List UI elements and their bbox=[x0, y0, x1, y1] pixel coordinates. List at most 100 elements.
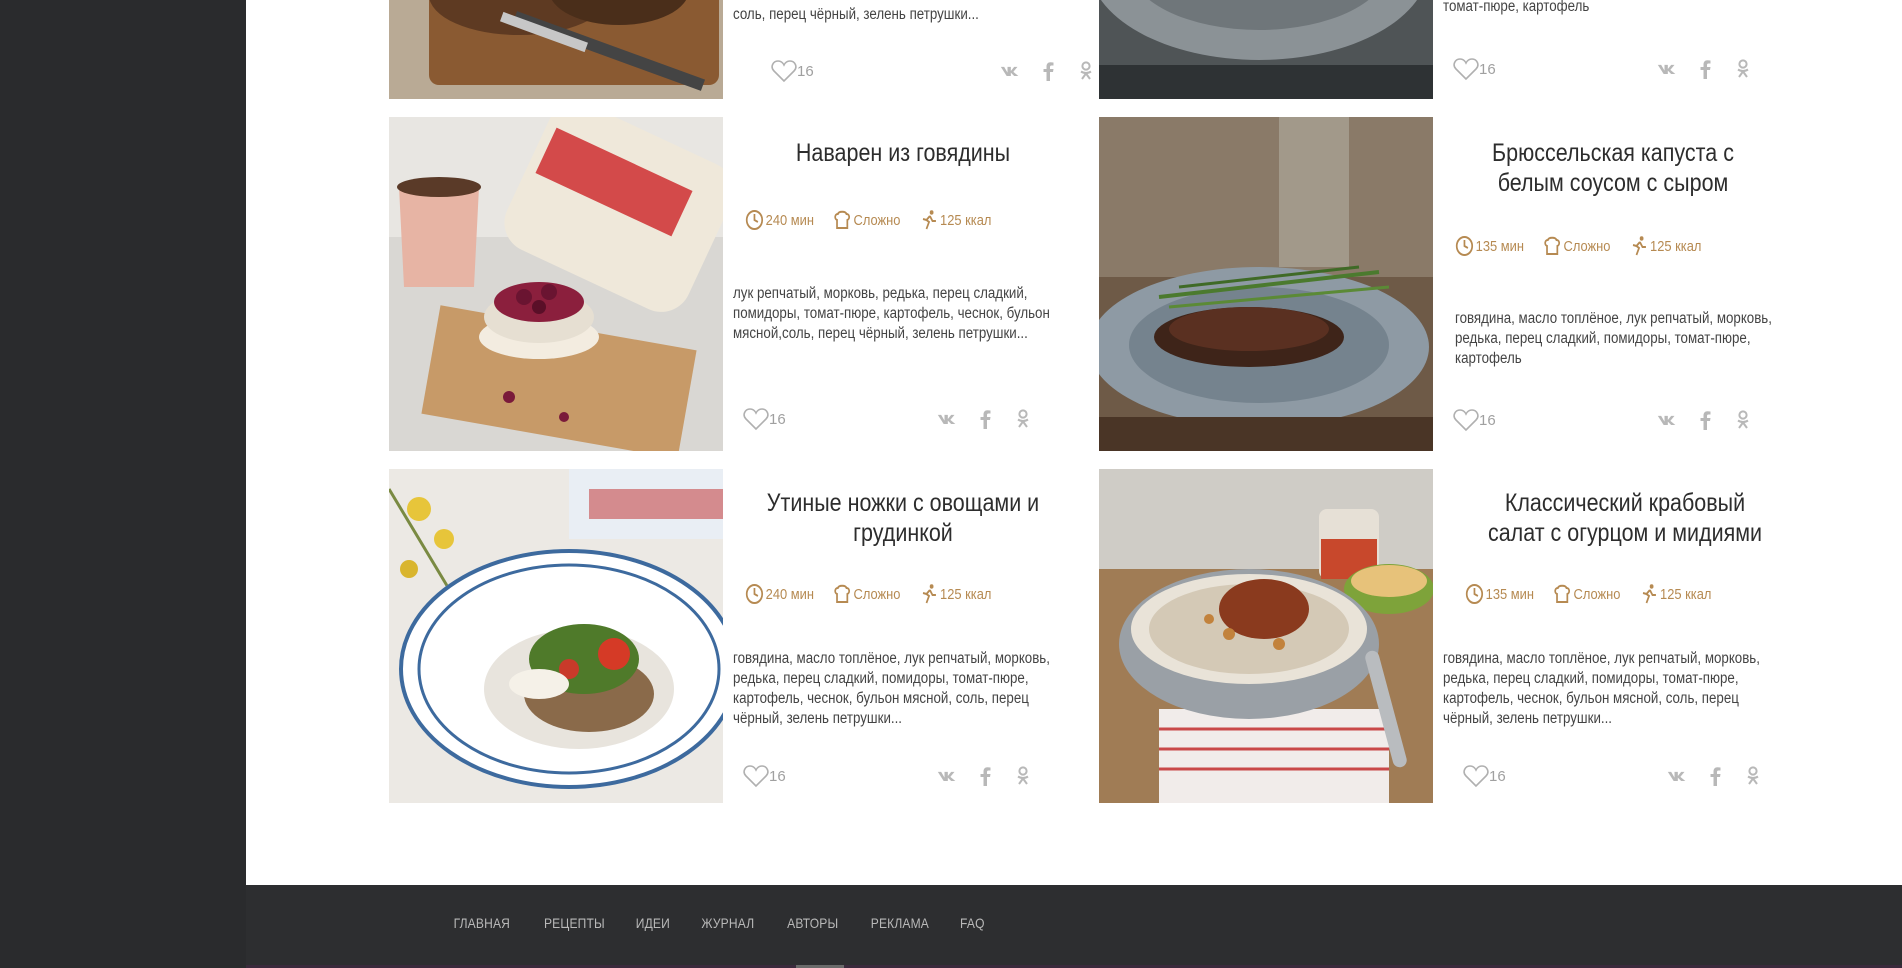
heart-icon bbox=[743, 408, 769, 431]
footer-link-recipes[interactable]: РЕЦЕПТЫ bbox=[544, 915, 605, 931]
footer-link-ideas[interactable]: ИДЕИ bbox=[636, 915, 670, 931]
recipe-title[interactable]: Наварен из говядины bbox=[757, 138, 1049, 168]
recipe-actions: 16 bbox=[743, 407, 1043, 433]
facebook-icon[interactable] bbox=[1705, 766, 1725, 786]
recipe-title[interactable]: Брюссельская капуста с белым соусом с сы… bbox=[1467, 138, 1759, 198]
calories: 125 ккал bbox=[919, 583, 991, 605]
bread-board-image bbox=[389, 0, 723, 99]
odnoklassniki-icon[interactable] bbox=[1733, 410, 1753, 430]
vk-icon[interactable] bbox=[937, 409, 957, 429]
recipe-photo[interactable] bbox=[389, 0, 723, 99]
recipe-ingredients: томат-пюре, картофель bbox=[1443, 0, 1590, 15]
like-count: 16 bbox=[797, 62, 814, 80]
plate-herbs-image bbox=[1099, 0, 1433, 99]
vk-icon[interactable] bbox=[1657, 59, 1677, 79]
footer-nav: ГЛАВНАЯ РЕЦЕПТЫ ИДЕИ ЖУРНАЛ АВТОРЫ РЕКЛА… bbox=[449, 915, 987, 931]
like-button[interactable]: 16 bbox=[743, 764, 786, 788]
recipe-card[interactable]: Классический крабовый салат с огурцом и … bbox=[1099, 469, 1799, 803]
heart-icon bbox=[1463, 765, 1489, 788]
facebook-icon[interactable] bbox=[1695, 59, 1715, 79]
odnoklassniki-icon[interactable] bbox=[1743, 766, 1763, 786]
recipe-photo[interactable] bbox=[389, 469, 723, 803]
recipe-info: Брюссельская капуста с белым соусом с сы… bbox=[1443, 117, 1783, 451]
runner-icon bbox=[1642, 584, 1656, 604]
heart-icon bbox=[771, 60, 797, 83]
runner-icon bbox=[922, 210, 936, 230]
chef-hat-icon bbox=[834, 584, 851, 603]
runner-icon bbox=[922, 584, 936, 604]
facebook-icon[interactable] bbox=[1038, 61, 1058, 81]
footer-link-home[interactable]: ГЛАВНАЯ bbox=[454, 915, 510, 931]
recipe-card[interactable]: соль, перец чёрный, зелень петрушки... 1… bbox=[389, 0, 1092, 99]
recipe-actions: 16 bbox=[1463, 764, 1763, 790]
clock-icon bbox=[745, 584, 764, 604]
duck-salad-image bbox=[389, 469, 723, 803]
like-count: 16 bbox=[1489, 767, 1506, 785]
footer-link-faq[interactable]: FAQ bbox=[960, 915, 985, 931]
calories: 125 ккал bbox=[1629, 235, 1701, 257]
vk-icon[interactable] bbox=[1000, 61, 1020, 81]
recipe-meta: 240 мин Сложно 125 ккал bbox=[745, 583, 991, 605]
like-button[interactable]: 16 bbox=[1463, 764, 1506, 788]
berry-toast-image bbox=[389, 117, 723, 451]
facebook-icon[interactable] bbox=[975, 409, 995, 429]
like-button[interactable]: 16 bbox=[743, 407, 786, 431]
recipe-ingredients: говядина, масло топлёное, лук репчатый, … bbox=[1455, 310, 1772, 367]
difficulty: Сложно bbox=[833, 583, 900, 605]
like-count: 16 bbox=[1479, 60, 1496, 78]
site-footer: ГЛАВНАЯ РЕЦЕПТЫ ИДЕИ ЖУРНАЛ АВТОРЫ РЕКЛА… bbox=[246, 885, 1902, 968]
footer-link-journal[interactable]: ЖУРНАЛ bbox=[701, 915, 754, 931]
recipe-photo[interactable] bbox=[389, 117, 723, 451]
difficulty: Сложно bbox=[833, 209, 900, 231]
recipe-meta: 240 мин Сложно 125 ккал bbox=[745, 209, 991, 231]
cook-time: 240 мин bbox=[745, 583, 814, 605]
recipe-grid: соль, перец чёрный, зелень петрушки... 1… bbox=[246, 0, 1902, 885]
like-count: 16 bbox=[769, 410, 786, 428]
footer-link-advertising[interactable]: РЕКЛАМА bbox=[871, 915, 929, 931]
recipe-info: соль, перец чёрный, зелень петрушки... 1… bbox=[733, 0, 1092, 99]
odnoklassniki-icon[interactable] bbox=[1013, 409, 1033, 429]
recipe-ingredients: лук репчатый, морковь, редька, перец сла… bbox=[733, 285, 1050, 342]
recipe-actions: 16 bbox=[771, 59, 1092, 85]
facebook-icon[interactable] bbox=[1695, 410, 1715, 430]
left-rail bbox=[0, 0, 246, 968]
recipe-title[interactable]: Утиные ножки с овощами и грудинкой bbox=[757, 488, 1049, 548]
odnoklassniki-icon[interactable] bbox=[1733, 59, 1753, 79]
share-buttons bbox=[1000, 61, 1096, 81]
vk-icon[interactable] bbox=[1657, 410, 1677, 430]
recipe-photo[interactable] bbox=[1099, 469, 1433, 803]
calories: 125 ккал bbox=[919, 209, 991, 231]
share-buttons bbox=[1657, 410, 1753, 430]
recipe-actions: 16 bbox=[1453, 57, 1753, 83]
runner-icon bbox=[1632, 236, 1646, 256]
footer-link-authors[interactable]: АВТОРЫ bbox=[787, 915, 838, 931]
recipe-card[interactable]: Брюссельская капуста с белым соусом с сы… bbox=[1099, 117, 1799, 451]
share-buttons bbox=[937, 409, 1033, 429]
recipe-ingredients: говядина, масло топлёное, лук репчатый, … bbox=[1443, 650, 1760, 727]
cook-time: 135 мин bbox=[1465, 583, 1534, 605]
difficulty: Сложно bbox=[1543, 235, 1610, 257]
vk-icon[interactable] bbox=[937, 766, 957, 786]
chef-hat-icon bbox=[1554, 584, 1571, 603]
cook-time: 135 мин bbox=[1455, 235, 1524, 257]
odnoklassniki-icon[interactable] bbox=[1076, 61, 1096, 81]
recipe-title[interactable]: Классический крабовый салат с огурцом и … bbox=[1479, 488, 1771, 548]
calories: 125 ккал bbox=[1639, 583, 1711, 605]
share-buttons bbox=[1657, 59, 1753, 79]
like-button[interactable]: 16 bbox=[771, 59, 814, 83]
recipe-card[interactable]: томат-пюре, картофель 16 bbox=[1099, 0, 1799, 99]
odnoklassniki-icon[interactable] bbox=[1013, 766, 1033, 786]
recipe-photo[interactable] bbox=[1099, 117, 1433, 451]
like-button[interactable]: 16 bbox=[1453, 408, 1496, 432]
recipe-ingredients: соль, перец чёрный, зелень петрушки... bbox=[733, 6, 979, 23]
recipe-photo[interactable] bbox=[1099, 0, 1433, 99]
like-count: 16 bbox=[1479, 411, 1496, 429]
recipe-card[interactable]: Утиные ножки с овощами и грудинкой 240 м… bbox=[389, 469, 1089, 803]
facebook-icon[interactable] bbox=[975, 766, 995, 786]
recipe-card[interactable]: Наварен из говядины 240 мин Сложно 125 к… bbox=[389, 117, 1089, 451]
like-button[interactable]: 16 bbox=[1453, 57, 1496, 81]
vk-icon[interactable] bbox=[1667, 766, 1687, 786]
recipe-info: Классический крабовый салат с огурцом и … bbox=[1443, 469, 1783, 803]
rice-bowl-image bbox=[1099, 469, 1433, 803]
clock-icon bbox=[745, 210, 764, 230]
